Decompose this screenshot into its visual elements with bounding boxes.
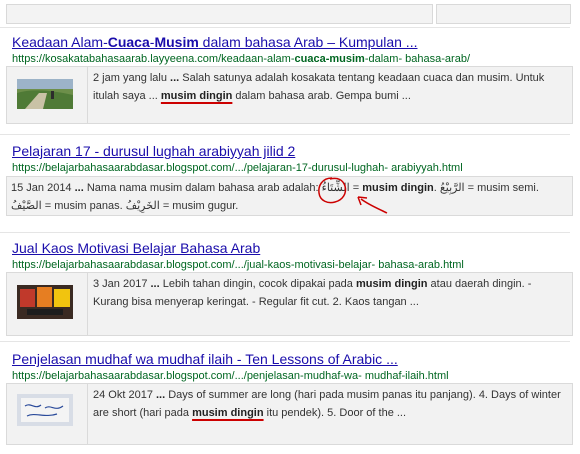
search-result-2: Pelajaran 17 - durusul lughah arabiyyah … xyxy=(6,143,573,216)
result-url[interactable]: https://kosakatabahasaarab.layyeena.com/… xyxy=(12,52,572,66)
thumbnail-cell xyxy=(7,384,88,444)
thumbnail-cell xyxy=(7,67,88,123)
result-title-link[interactable]: Pelajaran 17 - durusul lughah arabiyyah … xyxy=(12,143,572,160)
top-box-cell-left xyxy=(6,4,433,24)
result-snippet-box: 24 Okt 2017 ... Days of summer are long … xyxy=(6,383,573,445)
search-result-1: Keadaan Alam-Cuaca-Musim dalam bahasa Ar… xyxy=(6,34,573,124)
arabic-word-circled: الشِّتَاءُ xyxy=(317,177,350,204)
result-title-link[interactable]: Penjelasan mudhaf wa mudhaf ilaih - Ten … xyxy=(12,351,572,368)
divider xyxy=(0,134,570,135)
result-url[interactable]: https://belajarbahasaarabdasar.blogspot.… xyxy=(12,258,572,272)
red-circle-annotation xyxy=(317,177,346,204)
thumbnail-image[interactable] xyxy=(17,285,73,319)
search-result-4: Penjelasan mudhaf wa mudhaf ilaih - Ten … xyxy=(6,351,573,445)
result-url[interactable]: https://belajarbahasaarabdasar.blogspot.… xyxy=(12,161,572,175)
divider xyxy=(0,27,570,28)
result-title-link[interactable]: Jual Kaos Motivasi Belajar Bahasa Arab xyxy=(12,240,572,257)
result-snippet-box: 15 Jan 2014 ... Nama nama musim dalam ba… xyxy=(6,176,573,216)
result-snippet: 2 jam yang lalu ... Salah satunya adalah… xyxy=(93,72,545,102)
thumbnail-cell xyxy=(7,273,88,335)
top-box-cell-right xyxy=(436,4,571,24)
thumbnail-image[interactable] xyxy=(17,394,73,426)
result-snippet: 3 Jan 2017 ... Lebih tahan dingin, cocok… xyxy=(93,278,532,308)
divider xyxy=(0,232,570,233)
result-url[interactable]: https://belajarbahasaarabdasar.blogspot.… xyxy=(12,369,572,383)
result-snippet-box: 3 Jan 2017 ... Lebih tahan dingin, cocok… xyxy=(6,272,573,336)
result-snippet-box: 2 jam yang lalu ... Salah satunya adalah… xyxy=(6,66,573,124)
result-title-link[interactable]: Keadaan Alam-Cuaca-Musim dalam bahasa Ar… xyxy=(12,34,572,51)
search-result-3: Jual Kaos Motivasi Belajar Bahasa Arab h… xyxy=(6,240,573,336)
top-partial-result-box xyxy=(6,4,571,24)
red-arrow-annotation xyxy=(357,196,388,214)
result-snippet: 24 Okt 2017 ... Days of summer are long … xyxy=(93,389,561,419)
result-snippet: 15 Jan 2014 ... Nama nama musim dalam ba… xyxy=(11,177,567,215)
divider xyxy=(0,341,570,342)
thumbnail-image[interactable] xyxy=(17,79,73,109)
